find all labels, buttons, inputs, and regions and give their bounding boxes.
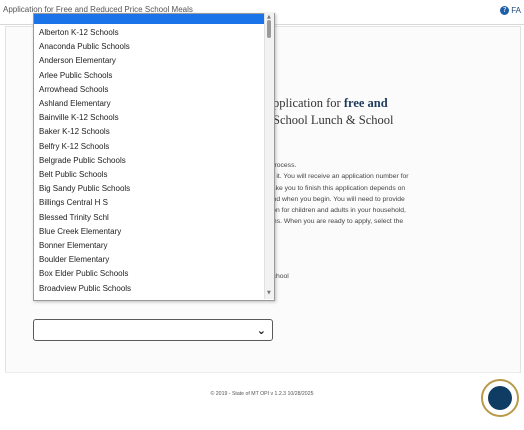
heading-emphasis: free and: [343, 96, 388, 110]
intro-line: ll take you to finish this application d…: [265, 184, 406, 192]
intro-line: ted it. You will receive an application …: [265, 173, 409, 181]
dropdown-option[interactable]: Belgrade Public Schools: [39, 156, 126, 165]
dropdown-option[interactable]: Arrowhead Schools: [39, 85, 108, 94]
dropdown-option[interactable]: Blessed Trinity Schl: [39, 213, 109, 222]
dropdown-option[interactable]: Belt Public Schools: [39, 170, 107, 179]
dropdown-option[interactable]: Alberton K-12 Schools: [39, 28, 119, 37]
dropdown-option[interactable]: Ashland Elementary: [39, 99, 111, 108]
dropdown-option[interactable]: Belfry K-12 Schools: [39, 142, 109, 151]
highlighted-option[interactable]: [34, 14, 274, 24]
scrollbar-thumb[interactable]: [267, 20, 271, 38]
state-seal-logo: [481, 379, 519, 417]
page-heading: pplication for free and School Lunch & S…: [273, 95, 393, 129]
dropdown-option[interactable]: Anaconda Public Schools: [39, 42, 130, 51]
faq-label: FA: [511, 6, 521, 15]
dropdown-option[interactable]: Billings Central H S: [39, 198, 108, 207]
faq-link[interactable]: ? FA: [500, 6, 521, 15]
seal-emblem: [488, 386, 512, 410]
intro-line: rams. When you are ready to apply, selec…: [265, 218, 404, 226]
dropdown-option[interactable]: Broadview Public Schools: [39, 284, 131, 293]
school-select[interactable]: ⌄: [33, 319, 273, 341]
dropdown-option[interactable]: Box Elder Public Schools: [39, 269, 128, 278]
heading-text-2: School Lunch & School: [273, 113, 394, 127]
chevron-down-icon: ⌄: [256, 324, 266, 337]
dropdown-scrollbar[interactable]: ▲ ▼: [264, 13, 274, 299]
dropdown-option[interactable]: Arlee Public Schools: [39, 71, 112, 80]
intro-line: n process.: [265, 162, 297, 169]
school-dropdown-list[interactable]: Alberton K-12 Schools Anaconda Public Sc…: [33, 13, 275, 301]
dropdown-option[interactable]: Baker K-12 Schools: [39, 127, 110, 136]
dropdown-option[interactable]: Big Sandy Public Schools: [39, 184, 130, 193]
scroll-down-arrow-icon[interactable]: ▼: [267, 290, 271, 296]
intro-line: hand when you begin. You will need to pr…: [265, 195, 405, 203]
copyright-text: © 2019 - State of MT OPI v 1.2.3 10/28/2…: [210, 391, 314, 397]
dropdown-option[interactable]: Blue Creek Elementary: [39, 227, 121, 236]
dropdown-option[interactable]: Bainville K-12 Schools: [39, 113, 119, 122]
heading-text-1: pplication for: [273, 96, 344, 110]
intro-line: ation for children and adults in your ho…: [265, 207, 406, 215]
dropdown-option[interactable]: Bonner Elementary: [39, 241, 107, 250]
intro-text: n process. ted it. You will receive an a…: [265, 160, 409, 228]
dropdown-option[interactable]: Anderson Elementary: [39, 56, 116, 65]
footer: © 2019 - State of MT OPI v 1.2.3 10/28/2…: [5, 372, 519, 430]
question-icon: ?: [500, 6, 510, 15]
dropdown-option[interactable]: Boulder Elementary: [39, 255, 109, 264]
